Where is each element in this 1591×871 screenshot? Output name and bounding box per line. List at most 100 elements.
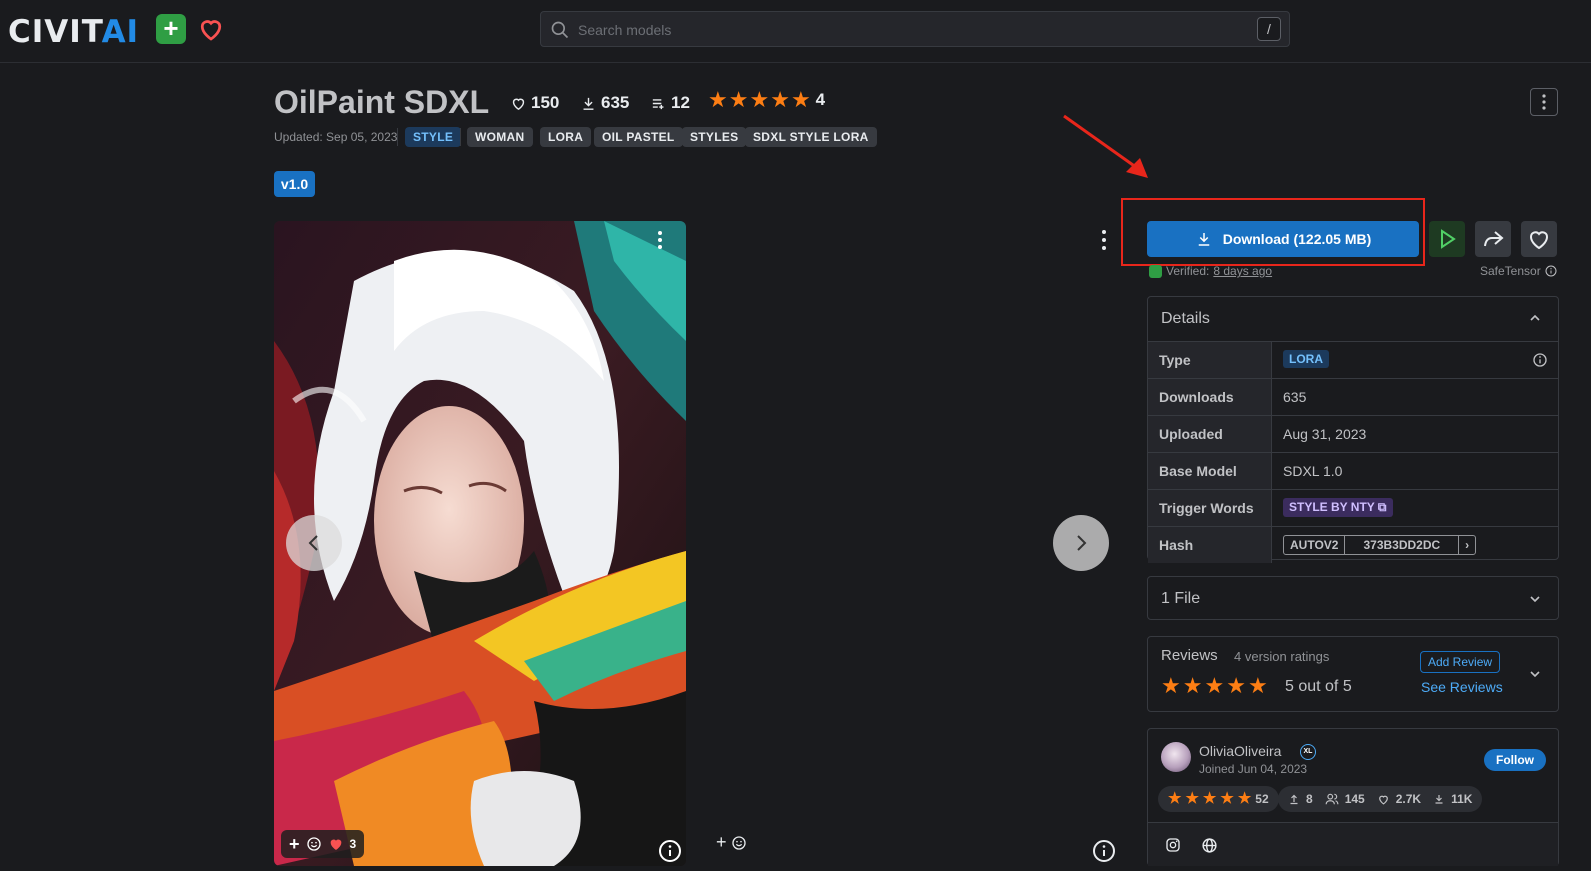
likes-stat[interactable]: 150 — [510, 92, 559, 114]
chevron-down-icon[interactable] — [1528, 592, 1542, 606]
files-panel[interactable]: 1 File — [1147, 576, 1559, 620]
type-badge[interactable]: LORA — [1283, 350, 1329, 368]
download-button[interactable]: Download (122.05 MB) — [1147, 221, 1419, 257]
creator-name[interactable]: OliviaOliveira — [1199, 743, 1281, 759]
creator-stats: 8 145 2.7K 11K — [1278, 786, 1483, 812]
star-icon: ★ — [1204, 673, 1225, 698]
download-icon — [1198, 233, 1209, 246]
chevron-left-icon — [308, 535, 318, 551]
star-icon: ★ — [1237, 790, 1252, 807]
dots-vertical-icon — [1542, 94, 1546, 110]
detail-row-uploaded: Uploaded Aug 31, 2023 — [1148, 415, 1558, 452]
creator-card: OliviaOliveira XL Joined Jun 04, 2023 Fo… — [1147, 728, 1559, 866]
follow-button[interactable]: Follow — [1484, 749, 1546, 771]
search-icon — [551, 21, 569, 39]
star-icon: ★ — [1182, 673, 1203, 698]
run-button[interactable] — [1429, 221, 1465, 257]
star-icon: ★ — [770, 87, 790, 112]
hash-selector[interactable]: AUTOV2 373B3DD2DC › — [1283, 535, 1477, 555]
star-icon: ★ — [1185, 790, 1199, 807]
detail-key: Uploaded — [1148, 416, 1272, 452]
top-bar: CIVITAI + Search models / — [0, 0, 1591, 63]
info-icon[interactable] — [1532, 352, 1548, 368]
next-image-button[interactable] — [1053, 515, 1109, 571]
reviews-panel: Reviews 4 version ratings ★ ★ ★ ★ ★ 5 out of… — [1147, 636, 1559, 712]
model-rating[interactable]: ★ ★ ★ ★ ★ 4 — [708, 89, 825, 111]
annotation-arrow — [1063, 114, 1148, 178]
model-title: OilPaint SDXL — [274, 84, 490, 120]
detail-value: 635 — [1283, 389, 1307, 405]
add-reaction-plus[interactable]: + — [289, 834, 300, 855]
reviews-heading: Reviews — [1161, 647, 1218, 664]
tag-style[interactable]: STYLE — [405, 127, 462, 147]
updated-date: Updated: Sep 05, 2023 — [274, 130, 398, 144]
image-menu-dots-icon[interactable] — [656, 229, 664, 251]
copy-icon[interactable]: ⧉ — [1378, 500, 1387, 514]
creator-rating: ★ ★ ★ ★ ★ 52 — [1158, 786, 1279, 812]
uploads-count: 8 — [1306, 792, 1313, 806]
play-icon — [1441, 229, 1456, 249]
social-links — [1148, 822, 1558, 866]
version-badge[interactable]: v1.0 — [274, 171, 315, 197]
logo-accent-text: AI — [101, 14, 140, 50]
trigger-word-badge[interactable]: STYLE BY NTY ⧉ — [1283, 498, 1393, 517]
star-icon: ★ — [790, 87, 811, 112]
image-info-icon[interactable] — [1092, 839, 1116, 863]
dots-vertical-icon[interactable] — [1100, 228, 1108, 252]
smiley-icon[interactable] — [306, 836, 322, 852]
detail-key: Type — [1148, 342, 1272, 378]
heart-reaction-icon[interactable] — [328, 836, 344, 852]
share-button[interactable] — [1475, 221, 1511, 257]
detail-key: Downloads — [1148, 379, 1272, 415]
star-icon: ★ — [1161, 673, 1181, 698]
add-reaction-plus[interactable]: + — [716, 832, 727, 853]
favorites-heart-icon[interactable] — [196, 14, 226, 44]
favorite-button[interactable] — [1521, 221, 1557, 257]
add-review-button[interactable]: Add Review — [1420, 651, 1501, 673]
detail-row-base-model: Base Model SDXL 1.0 — [1148, 452, 1558, 489]
upload-icon — [1290, 794, 1298, 805]
image-info-icon[interactable] — [658, 839, 682, 863]
see-reviews-link[interactable]: See Reviews — [1421, 679, 1503, 695]
verified-date[interactable]: 8 days ago — [1213, 264, 1272, 278]
instagram-icon[interactable] — [1165, 837, 1181, 853]
divider — [460, 128, 461, 146]
model-menu-button[interactable] — [1530, 88, 1558, 116]
heart-icon — [1378, 795, 1388, 805]
chevron-right-icon[interactable]: › — [1459, 536, 1475, 554]
hash-type[interactable]: AUTOV2 — [1284, 536, 1344, 554]
chevron-down-icon[interactable] — [1528, 667, 1542, 681]
create-plus-icon[interactable]: + — [156, 14, 186, 44]
collections-count: 12 — [671, 93, 690, 112]
tag-styles[interactable]: STYLES — [682, 127, 747, 147]
rating-count: 4 — [815, 90, 826, 109]
tag-lora[interactable]: LORA — [540, 127, 592, 147]
detail-row-downloads: Downloads 635 — [1148, 378, 1558, 415]
search-placeholder: Search models — [578, 22, 672, 38]
search-input[interactable]: Search models / — [540, 11, 1290, 47]
star-icon: ★ — [728, 87, 749, 112]
reaction-bar[interactable]: + 3 — [281, 830, 365, 858]
second-reaction-bar[interactable]: + — [716, 832, 747, 853]
previous-image-button[interactable] — [286, 515, 342, 571]
tag-woman[interactable]: WOMAN — [467, 127, 533, 147]
score-label: 5 out of 5 — [1285, 678, 1352, 695]
detail-row-hash: Hash AUTOV2 373B3DD2DC › — [1148, 526, 1558, 563]
logo-main-text: CIVIT — [8, 14, 102, 50]
download-icon — [1435, 795, 1443, 804]
verified-shield-icon — [1149, 264, 1162, 278]
tag-oil-pastel[interactable]: OIL PASTEL — [594, 127, 683, 147]
chevron-up-icon[interactable] — [1528, 311, 1542, 325]
tag-sdxl-style-lora[interactable]: SDXL STYLE LORA — [745, 127, 877, 147]
avatar[interactable] — [1161, 742, 1191, 772]
info-icon[interactable] — [1545, 265, 1557, 277]
civitai-logo[interactable]: CIVITAI — [8, 14, 139, 50]
smiley-icon[interactable] — [731, 835, 747, 851]
details-heading[interactable]: Details — [1161, 310, 1210, 328]
star-icon: ★ — [1202, 790, 1217, 807]
hash-value[interactable]: 373B3DD2DC — [1344, 536, 1460, 554]
detail-value: Aug 31, 2023 — [1283, 426, 1367, 442]
downloads-count: 11K — [1451, 792, 1473, 806]
globe-icon[interactable] — [1201, 837, 1218, 854]
downloads-count: 635 — [601, 93, 630, 112]
